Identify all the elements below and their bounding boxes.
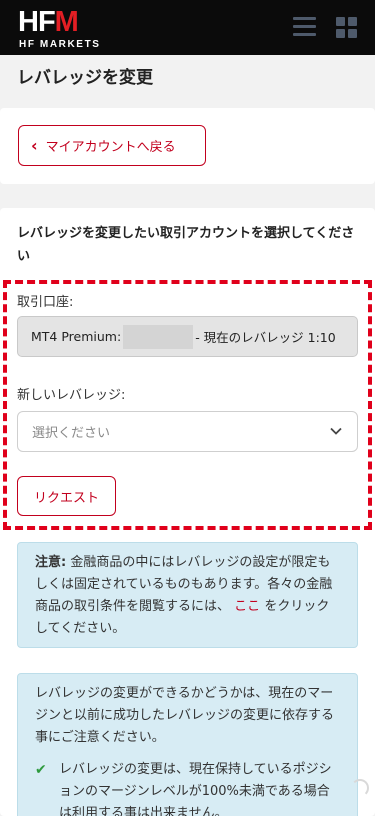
account-prefix: MT4 Premium: [31,329,122,344]
scroll-indicator-icon [351,779,369,797]
logo-mark: HFM [18,6,79,38]
notice-title: 注意: [35,555,67,570]
new-leverage-label: 新しいレバレッジ: [17,388,126,403]
chevron-down-icon [330,427,342,435]
back-to-my-account-button[interactable]: ‹ マイアカウントへ戻る [18,125,206,166]
checkmark-icon: ✔ [35,762,47,778]
account-label: 取引口座: [17,295,74,310]
select-placeholder: 選択ください [32,426,111,441]
instrument-conditions-link[interactable]: ここ [234,599,260,614]
notice-restricted-leverage: 注意: 金融商品の中にはレバレッジの設定が限定もしくは固定されているものもありま… [17,542,358,648]
top-navigation-bar: HFM HF MARKETS [0,0,375,55]
list-item: ✔ レバレッジの変更は、現在保持しているポジションのマージンレベルが100%未満… [35,759,340,816]
form-instruction: レバレッジを変更したい取引アカウントを選択してください [17,226,355,264]
request-button[interactable]: リクエスト [17,476,116,516]
logo-subtitle: HF MARKETS [19,39,101,50]
account-field: MT4 Premium: - 現在のレバレッジ 1:10 [17,316,358,357]
hfm-logo[interactable]: HFM HF MARKETS [18,6,110,50]
check-item-text: レバレッジの変更は、現在保持しているポジションのマージンレベルが100%未満であ… [59,762,332,816]
chevron-left-icon: ‹ [31,136,38,155]
grid-apps-icon[interactable] [336,17,358,39]
account-suffix: - 現在のレバレッジ 1:10 [195,330,336,345]
back-button-label: マイアカウントへ戻る [45,140,176,155]
info-text: レバレッジの変更ができるかどうかは、現在のマージンと以前に成功したレバレッジの変… [35,686,335,745]
new-leverage-select[interactable]: 選択ください [17,411,358,452]
redacted-account-number [123,324,194,349]
notice-leverage-conditions: レバレッジの変更ができるかどうかは、現在のマージンと以前に成功したレバレッジの変… [17,673,358,816]
hamburger-menu-icon[interactable] [293,17,316,37]
page-title: レバレッジを変更 [17,68,153,88]
